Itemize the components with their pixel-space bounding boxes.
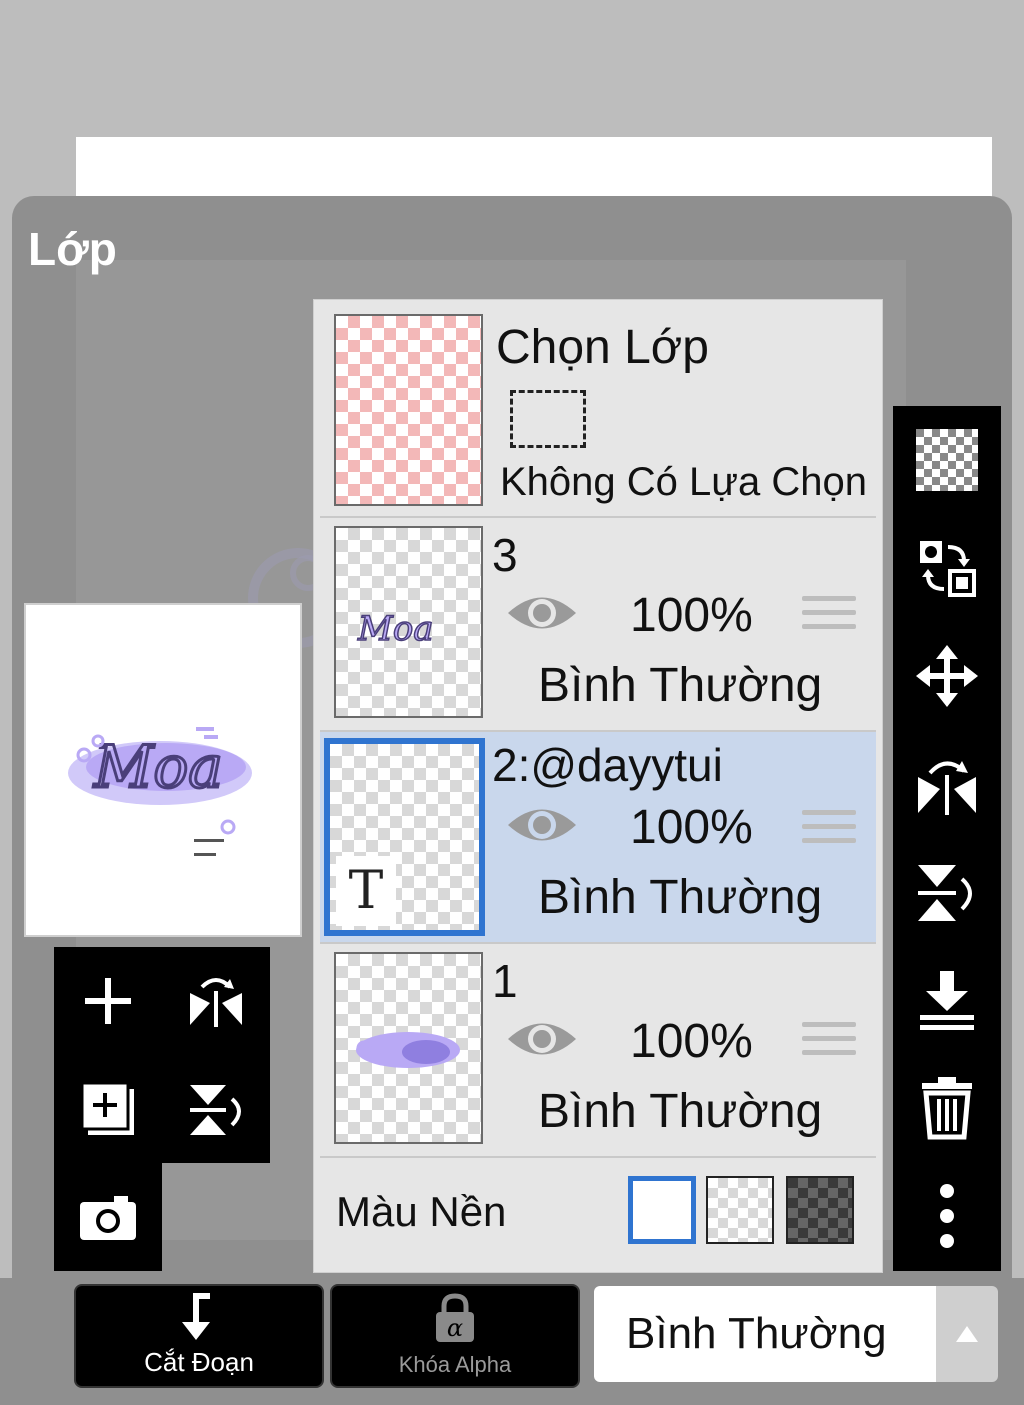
flip-vertical-icon	[190, 1085, 241, 1135]
background-color-label: Màu Nền	[336, 1188, 507, 1235]
more-vertical-icon	[940, 1184, 954, 1248]
layer-thumbnail-art: Moa	[356, 608, 434, 650]
eye-icon[interactable]	[506, 1016, 578, 1062]
selection-marquee-icon	[510, 390, 586, 448]
layer-thumbnail: T	[324, 738, 485, 936]
text-layer-icon: T	[336, 856, 396, 926]
layer-row[interactable]: 1 100% Bình Thường	[320, 944, 876, 1158]
layer-thumbnail: Moa	[334, 526, 483, 718]
preview-logo-text: Moa	[93, 733, 223, 801]
add-layer-button[interactable]	[54, 947, 162, 1055]
alpha-symbol: α	[447, 1314, 463, 1342]
layer-name: 2:@dayytui	[492, 739, 723, 791]
move-button[interactable]	[893, 622, 1001, 730]
layer-blend-mode[interactable]: Bình Thường	[538, 658, 822, 713]
alpha-lock-button[interactable]: α Khóa Alpha	[330, 1284, 580, 1388]
swap-layer-button[interactable]	[893, 514, 1001, 622]
flip-vertical-button[interactable]	[162, 1055, 270, 1163]
background-white-swatch[interactable]	[628, 1176, 696, 1244]
swap-icon	[920, 541, 976, 597]
drag-handle-icon[interactable]	[802, 596, 856, 642]
clipping-label: Cắt Đoạn	[144, 1347, 254, 1377]
left-toolbar	[54, 947, 270, 1163]
blend-mode-select[interactable]: Bình Thường	[594, 1286, 936, 1382]
background-transparent-swatch[interactable]	[706, 1176, 774, 1244]
selection-layer-label: Chọn Lớp	[496, 321, 709, 374]
flip-horizontal-icon	[918, 761, 976, 815]
clip-arrow-icon	[182, 1293, 210, 1340]
delete-layer-button[interactable]	[893, 1054, 1001, 1162]
blend-mode-dropdown-button[interactable]	[936, 1286, 998, 1382]
more-options-button[interactable]	[893, 1162, 1001, 1270]
add-layer-copy-button[interactable]	[54, 1055, 162, 1163]
selection-layer-row[interactable]: Chọn Lớp Không Có Lựa Chọn	[320, 306, 876, 518]
flip-vertical-button[interactable]	[893, 838, 1001, 946]
eye-icon[interactable]	[506, 802, 578, 848]
merge-down-icon	[920, 971, 974, 1030]
panel-title: Lớp	[28, 223, 117, 275]
plus-icon	[85, 978, 131, 1024]
layer-name: 1	[492, 955, 518, 1007]
layer-row[interactable]: Moa 3 100% Bình Thường	[320, 518, 876, 732]
camera-button[interactable]	[54, 1163, 162, 1271]
flip-horizontal-button[interactable]	[893, 730, 1001, 838]
transparent-layer-button[interactable]	[893, 406, 1001, 514]
chevron-up-icon	[956, 1326, 978, 1342]
add-layer-copy-icon	[80, 1081, 134, 1135]
right-toolbar	[893, 406, 1001, 1271]
layer-thumbnail-art	[356, 1032, 460, 1068]
move-icon	[916, 645, 978, 707]
flip-horizontal-button[interactable]	[162, 947, 270, 1055]
layer-opacity[interactable]: 100%	[630, 588, 753, 643]
camera-icon	[80, 1196, 136, 1240]
background-dark-swatch[interactable]	[786, 1176, 854, 1244]
layer-blend-mode[interactable]: Bình Thường	[538, 870, 822, 925]
checkerboard-icon	[916, 429, 978, 491]
merge-down-button[interactable]	[893, 946, 1001, 1054]
svg-text:Moa: Moa	[357, 609, 434, 649]
layer-list: Chọn Lớp Không Có Lựa Chọn Moa 3 100% Bì…	[313, 299, 883, 1273]
layer-blend-mode[interactable]: Bình Thường	[538, 1084, 822, 1139]
layer-opacity[interactable]: 100%	[630, 1014, 753, 1069]
layer-opacity[interactable]: 100%	[630, 800, 753, 855]
alpha-lock-label: Khóa Alpha	[398, 1352, 512, 1377]
clipping-button[interactable]: Cắt Đoạn	[74, 1284, 324, 1388]
left-toolbar-bottom	[54, 1163, 162, 1271]
layer-thumbnail	[334, 952, 483, 1144]
lock-icon: α	[436, 1293, 474, 1342]
flip-horizontal-icon	[190, 978, 242, 1027]
preview-artwork: Moa	[68, 727, 252, 856]
selection-thumbnail	[334, 314, 483, 506]
eye-icon[interactable]	[506, 590, 578, 636]
trash-icon	[922, 1077, 972, 1140]
layer-row-selected[interactable]: T 2:@dayytui 100% Bình Thường	[320, 732, 876, 944]
blend-mode-value: Bình Thường	[626, 1309, 887, 1358]
layer-name: 3	[492, 529, 518, 581]
selection-status: Không Có Lựa Chọn	[500, 460, 868, 504]
flip-vertical-icon	[918, 865, 972, 921]
canvas-preview[interactable]: Moa	[24, 603, 302, 937]
drag-handle-icon[interactable]	[802, 810, 856, 856]
drag-handle-icon[interactable]	[802, 1022, 856, 1068]
